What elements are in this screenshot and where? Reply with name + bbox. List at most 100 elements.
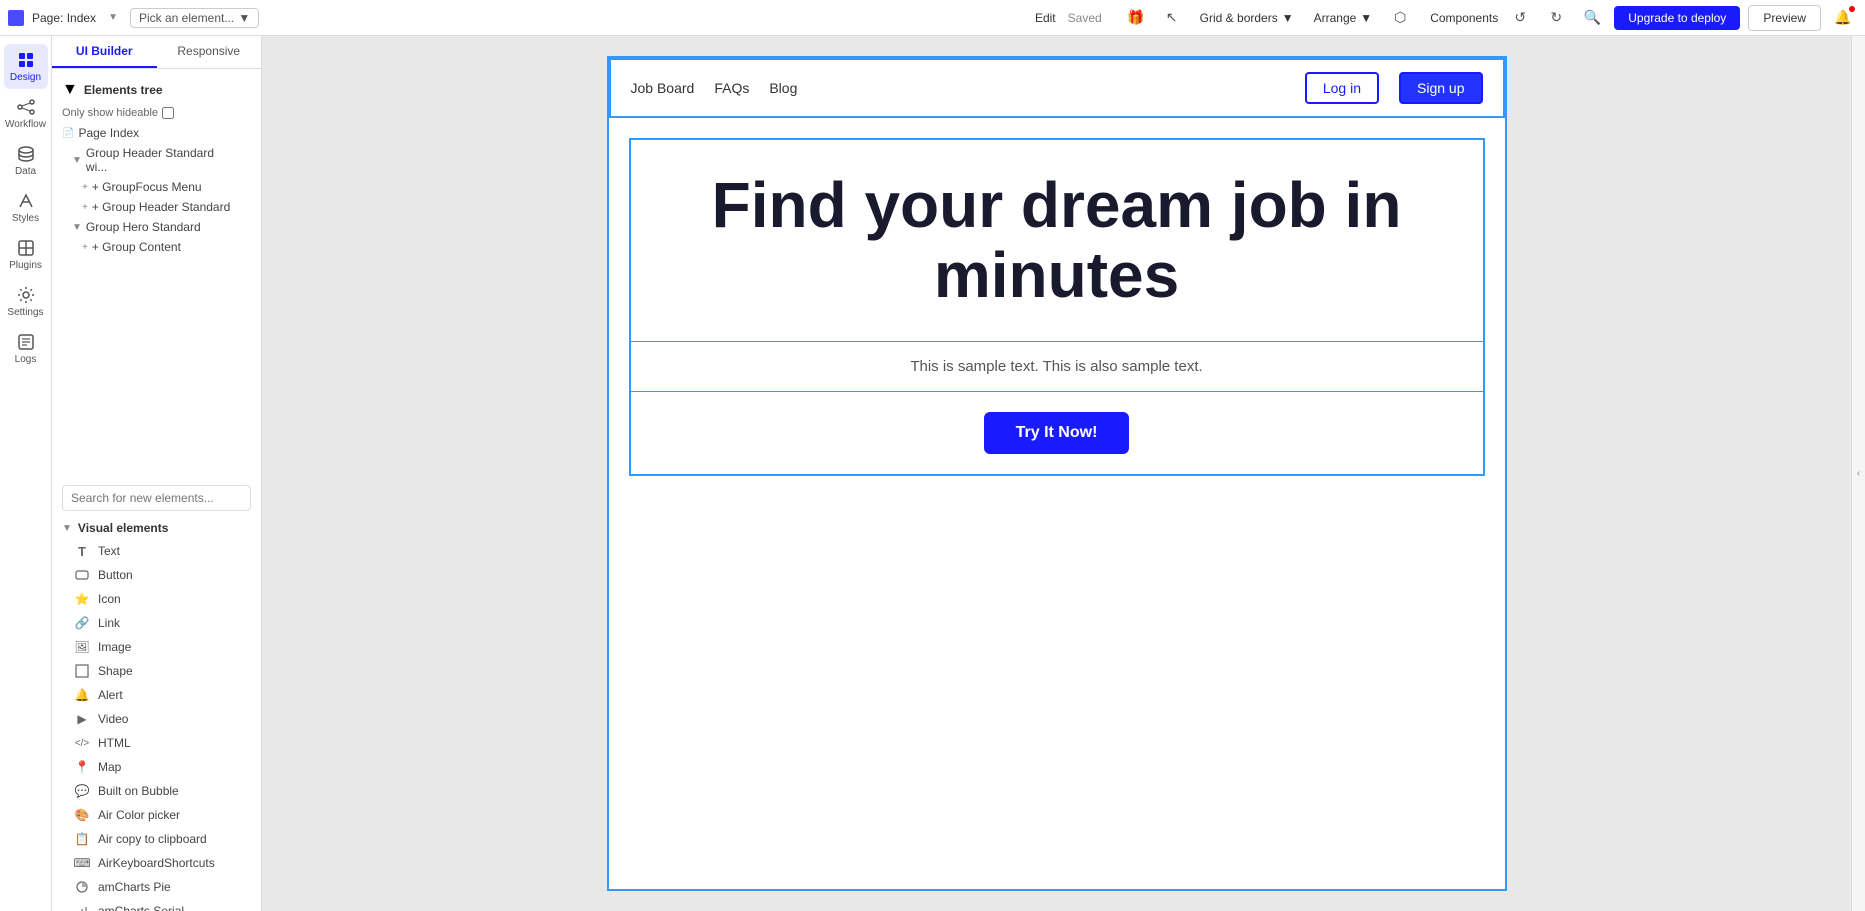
- visual-elements-header[interactable]: ▼ Visual elements: [52, 517, 261, 539]
- grid-caret: ▼: [1282, 11, 1294, 25]
- plugins-icon: [16, 238, 36, 258]
- tab-responsive[interactable]: Responsive: [157, 36, 262, 68]
- sidebar-item-data[interactable]: Data: [4, 138, 48, 183]
- tree-item-group-header-standard-wl[interactable]: ▼ Group Header Standard wi... •••: [52, 143, 261, 177]
- nav-faqs[interactable]: FAQs: [714, 80, 749, 96]
- tree-item-group-hero-standard[interactable]: ▼ Group Hero Standard •••: [52, 217, 261, 237]
- ve-item-label: HTML: [98, 736, 131, 750]
- page-title: Page: Index: [32, 11, 96, 25]
- arrange-btn[interactable]: Arrange ▼: [1308, 9, 1379, 27]
- group-expand-icon: ▼: [72, 155, 82, 166]
- notification-btn[interactable]: 🔔: [1829, 4, 1857, 32]
- tree-header: ▼ Elements tree: [52, 77, 261, 103]
- pick-element-input[interactable]: Pick an element... ▼: [130, 8, 259, 28]
- color-picker-icon: 🎨: [74, 807, 90, 823]
- preview-btn[interactable]: Preview: [1748, 5, 1821, 31]
- canvas-hero-sample-text: This is sample text. This is also sample…: [671, 358, 1443, 375]
- main-layout: Design Workflow Data: [0, 36, 1865, 911]
- tab-ui-builder[interactable]: UI Builder: [52, 36, 157, 68]
- ve-item-label: Text: [98, 544, 120, 558]
- ve-item-amcharts-serial[interactable]: amCharts Serial: [52, 899, 261, 911]
- ve-item-shape[interactable]: Shape: [52, 659, 261, 683]
- image-icon: 🖼: [74, 639, 90, 655]
- tree-item-page-index[interactable]: 📄 Page Index: [52, 123, 261, 143]
- tree-item-group-header-standard[interactable]: + + Group Header Standard •••: [52, 197, 261, 217]
- edit-label[interactable]: Edit: [1035, 11, 1056, 25]
- ve-item-video[interactable]: ▶ Video: [52, 707, 261, 731]
- data-icon: [16, 144, 36, 164]
- ve-item-label: Air copy to clipboard: [98, 832, 207, 846]
- sidebar-item-workflow[interactable]: Workflow: [4, 91, 48, 136]
- ve-item-label: amCharts Pie: [98, 880, 171, 894]
- settings-icon: [16, 285, 36, 305]
- elements-tree: ▼ Elements tree Only show hideable 📄 Pag…: [52, 69, 261, 479]
- copy-clipboard-icon: 📋: [74, 831, 90, 847]
- ve-item-alert[interactable]: 🔔 Alert: [52, 683, 261, 707]
- page-caret: ▼: [108, 12, 118, 23]
- video-icon: ▶: [74, 711, 90, 727]
- map-icon: 📍: [74, 759, 90, 775]
- components-cube-icon[interactable]: ⬡: [1386, 4, 1414, 32]
- cursor-icon-btn[interactable]: ↖: [1158, 4, 1186, 32]
- tree-item-label: + Group Content: [92, 240, 181, 254]
- canvas-try-it-now-btn[interactable]: Try It Now!: [984, 412, 1130, 454]
- ve-item-image[interactable]: 🖼 Image: [52, 635, 261, 659]
- tree-plus-icon: +: [82, 242, 88, 253]
- ve-item-label: Map: [98, 760, 121, 774]
- show-hideable-label: Only show hideable: [62, 107, 158, 119]
- nav-signup-btn[interactable]: Sign up: [1399, 72, 1482, 104]
- ve-item-label: Image: [98, 640, 131, 654]
- ve-item-html[interactable]: </> HTML: [52, 731, 261, 755]
- ve-item-link[interactable]: 🔗 Link: [52, 611, 261, 635]
- styles-icon: [16, 191, 36, 211]
- ve-item-map[interactable]: 📍 Map: [52, 755, 261, 779]
- icon-sidebar: Design Workflow Data: [0, 36, 52, 911]
- ve-item-text[interactable]: T Text: [52, 539, 261, 563]
- search-btn[interactable]: 🔍: [1578, 4, 1606, 32]
- settings-label: Settings: [7, 307, 43, 318]
- logs-icon: [16, 332, 36, 352]
- ve-item-button[interactable]: Button: [52, 563, 261, 587]
- ve-item-built-on-bubble[interactable]: 💬 Built on Bubble: [52, 779, 261, 803]
- grid-borders-btn[interactable]: Grid & borders ▼: [1194, 9, 1300, 27]
- ve-item-label: Air Color picker: [98, 808, 180, 822]
- components-label: Components: [1430, 11, 1498, 25]
- ve-item-label: Shape: [98, 664, 133, 678]
- sidebar-item-styles[interactable]: Styles: [4, 185, 48, 230]
- search-elements-input[interactable]: [62, 485, 251, 511]
- ve-item-label: Built on Bubble: [98, 784, 179, 798]
- tree-item-group-content[interactable]: + + Group Content •••: [52, 237, 261, 257]
- upgrade-to-deploy-btn[interactable]: Upgrade to deploy: [1614, 6, 1740, 30]
- canvas-hero: Find your dream job in minutes This is s…: [629, 138, 1485, 476]
- ve-item-amcharts-pie[interactable]: amCharts Pie: [52, 875, 261, 899]
- pick-element-label: Pick an element...: [139, 11, 234, 25]
- gift-icon-btn[interactable]: 🎁: [1122, 4, 1150, 32]
- canvas-area: Job Board FAQs Blog Log in Sign up Find …: [262, 36, 1851, 911]
- ve-item-air-keyboard-shortcuts[interactable]: ⌨ AirKeyboardShortcuts: [52, 851, 261, 875]
- nav-blog[interactable]: Blog: [769, 80, 797, 96]
- link-icon: 🔗: [74, 615, 90, 631]
- sidebar-item-plugins[interactable]: Plugins: [4, 232, 48, 277]
- sidebar-item-design[interactable]: Design: [4, 44, 48, 89]
- tree-item-groupfocus-menu[interactable]: + + GroupFocus Menu •••: [52, 177, 261, 197]
- ve-item-air-copy-clipboard[interactable]: 📋 Air copy to clipboard: [52, 827, 261, 851]
- canvas-hero-heading: Find your dream job in minutes: [671, 170, 1443, 311]
- ve-item-air-color-picker[interactable]: 🎨 Air Color picker: [52, 803, 261, 827]
- nav-login-btn[interactable]: Log in: [1305, 72, 1379, 104]
- canvas-page: Job Board FAQs Blog Log in Sign up Find …: [607, 56, 1507, 891]
- left-panel: UI Builder Responsive ▼ Elements tree On…: [52, 36, 262, 911]
- design-label: Design: [10, 72, 41, 83]
- ve-item-label: Icon: [98, 592, 121, 606]
- tree-expand-icon: ▼: [62, 81, 78, 99]
- ve-item-icon[interactable]: ⭐ Icon: [52, 587, 261, 611]
- right-collapse-handle[interactable]: ‹: [1851, 36, 1865, 911]
- html-icon: </>: [74, 735, 90, 751]
- sidebar-item-settings[interactable]: Settings: [4, 279, 48, 324]
- sidebar-item-logs[interactable]: Logs: [4, 326, 48, 371]
- undo-btn[interactable]: ↺: [1506, 4, 1534, 32]
- nav-job-board[interactable]: Job Board: [631, 80, 695, 96]
- show-hideable-checkbox[interactable]: [162, 107, 174, 119]
- arrange-caret: ▼: [1360, 11, 1372, 25]
- redo-btn[interactable]: ↻: [1542, 4, 1570, 32]
- pick-caret: ▼: [238, 11, 250, 25]
